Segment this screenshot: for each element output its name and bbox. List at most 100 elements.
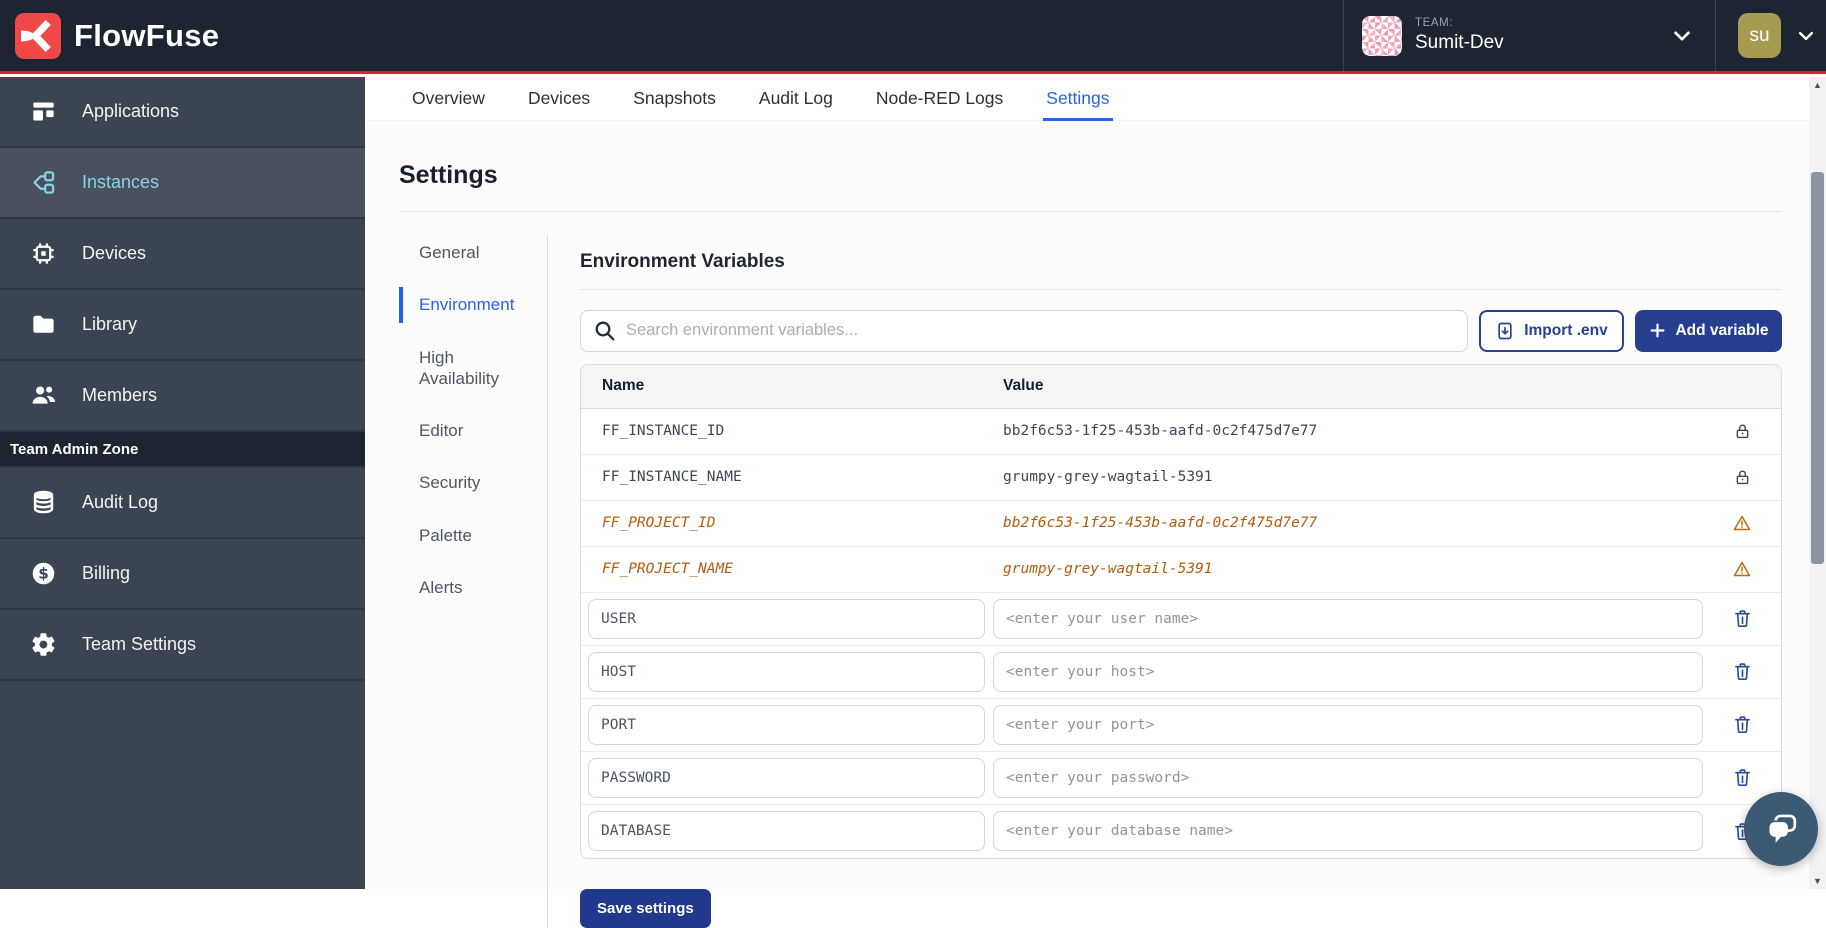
table-row-editable <box>581 593 1781 646</box>
table-row: FF_INSTANCE_ID bb2f6c53-1f25-453b-aafd-0… <box>581 409 1781 455</box>
variable-value-input[interactable] <box>993 811 1703 851</box>
table-row: FF_PROJECT_NAME grumpy-grey-wagtail-5391 <box>581 547 1781 593</box>
sidebar-item-label: Billing <box>82 563 130 584</box>
sidebar-item-instances[interactable]: Instances <box>0 148 365 219</box>
devices-icon <box>29 240 57 267</box>
gear-icon <box>29 631 57 658</box>
sidebar-item-applications[interactable]: Applications <box>0 77 365 148</box>
tab-node-red-logs[interactable]: Node-RED Logs <box>876 77 1003 120</box>
user-avatar: su <box>1738 13 1781 58</box>
subnav-item-palette[interactable]: Palette <box>399 518 511 553</box>
page-title: Settings <box>399 161 1782 190</box>
flowfuse-logo-icon <box>15 13 61 59</box>
delete-variable-button[interactable] <box>1730 659 1755 684</box>
main-area: Overview Devices Snapshots Audit Log Nod… <box>365 77 1809 889</box>
variable-name-input[interactable] <box>588 599 985 639</box>
sidebar-item-billing[interactable]: $ Billing <box>0 539 365 610</box>
save-settings-button[interactable]: Save settings <box>580 889 711 928</box>
instance-tabbar: Overview Devices Snapshots Audit Log Nod… <box>365 77 1809 121</box>
table-row: FF_PROJECT_ID bb2f6c53-1f25-453b-aafd-0c… <box>581 501 1781 547</box>
folder-icon <box>29 311 57 338</box>
column-header-name: Name <box>581 377 993 395</box>
variable-value-input[interactable] <box>993 758 1703 798</box>
subnav-item-environment[interactable]: Environment <box>399 287 511 322</box>
subnav-item-general[interactable]: General <box>399 235 511 270</box>
instances-icon <box>29 169 57 196</box>
top-bar: FlowFuse TEAM: Sumit-Dev su <box>0 0 1826 74</box>
brand-name: FlowFuse <box>74 18 219 54</box>
members-icon <box>29 382 57 409</box>
table-row-editable <box>581 699 1781 752</box>
sidebar: Applications Instances Devices Libr <box>0 77 365 889</box>
import-env-button[interactable]: Import .env <box>1479 310 1624 352</box>
sidebar-item-label: Applications <box>82 101 179 122</box>
sidebar-item-label: Audit Log <box>82 492 158 513</box>
dollar-circle-icon: $ <box>29 560 57 587</box>
user-menu[interactable]: su <box>1715 0 1826 71</box>
subnav-item-editor[interactable]: Editor <box>399 413 511 448</box>
team-avatar <box>1362 16 1402 56</box>
import-file-icon <box>1495 321 1515 341</box>
table-row-editable <box>581 805 1781 858</box>
env-variables-table: Name Value FF_INSTANCE_ID bb2f6c53-1f25-… <box>580 364 1782 859</box>
database-icon <box>29 489 57 516</box>
tab-snapshots[interactable]: Snapshots <box>633 77 716 120</box>
subnav-item-alerts[interactable]: Alerts <box>399 570 511 605</box>
section-title: Environment Variables <box>580 251 1782 273</box>
team-name: Sumit-Dev <box>1415 33 1504 54</box>
sidebar-item-label: Library <box>82 314 137 335</box>
team-admin-zone-label: Team Admin Zone <box>0 432 365 468</box>
tab-audit-log[interactable]: Audit Log <box>759 77 833 120</box>
sidebar-item-label: Members <box>82 385 157 406</box>
plus-icon <box>1648 321 1667 340</box>
delete-variable-button[interactable] <box>1730 712 1755 737</box>
scroll-down-arrow[interactable]: ▼ <box>1809 873 1826 889</box>
variable-name-input[interactable] <box>588 811 985 851</box>
scroll-up-arrow[interactable]: ▲ <box>1809 77 1826 93</box>
chat-widget-button[interactable] <box>1744 792 1818 866</box>
sidebar-item-label: Instances <box>82 172 159 193</box>
sidebar-item-library[interactable]: Library <box>0 290 365 361</box>
variable-name-input[interactable] <box>588 652 985 692</box>
applications-icon <box>29 98 57 125</box>
tab-overview[interactable]: Overview <box>412 77 485 120</box>
svg-text:$: $ <box>38 565 49 583</box>
variable-value-input[interactable] <box>993 599 1703 639</box>
sidebar-item-team-settings[interactable]: Team Settings <box>0 610 365 681</box>
variable-value-input[interactable] <box>993 652 1703 692</box>
sidebar-item-label: Devices <box>82 243 146 264</box>
sidebar-item-members[interactable]: Members <box>0 361 365 432</box>
chevron-down-icon <box>1671 25 1693 47</box>
title-divider <box>399 211 1782 212</box>
vertical-scrollbar[interactable]: ▲ ▼ <box>1809 77 1826 889</box>
team-label: TEAM: <box>1415 17 1504 30</box>
environment-panel: Environment Variables <box>548 235 1782 928</box>
sidebar-item-label: Team Settings <box>82 634 196 655</box>
subnav-item-security[interactable]: Security <box>399 465 511 500</box>
add-variable-button[interactable]: Add variable <box>1635 310 1782 352</box>
search-input[interactable] <box>580 310 1468 352</box>
variable-name-input[interactable] <box>588 758 985 798</box>
variable-name-input[interactable] <box>588 705 985 745</box>
team-selector[interactable]: TEAM: Sumit-Dev <box>1343 0 1715 71</box>
table-row: FF_INSTANCE_NAME grumpy-grey-wagtail-539… <box>581 455 1781 501</box>
brand-logo[interactable]: FlowFuse <box>0 13 219 59</box>
lock-icon <box>1703 422 1781 441</box>
scrollbar-thumb[interactable] <box>1811 172 1824 564</box>
subnav-item-high-availability[interactable]: High Availability <box>399 340 511 397</box>
delete-variable-button[interactable] <box>1730 765 1755 790</box>
table-row-editable <box>581 646 1781 699</box>
search-icon <box>593 319 617 348</box>
sidebar-item-audit-log[interactable]: Audit Log <box>0 468 365 539</box>
sidebar-item-devices[interactable]: Devices <box>0 219 365 290</box>
delete-variable-button[interactable] <box>1730 606 1755 631</box>
warning-icon <box>1703 513 1781 533</box>
variable-value-input[interactable] <box>993 705 1703 745</box>
chevron-down-icon <box>1796 26 1816 46</box>
chat-bubbles-icon <box>1761 809 1801 849</box>
lock-icon <box>1703 468 1781 487</box>
warning-icon <box>1703 559 1781 579</box>
tab-settings[interactable]: Settings <box>1046 77 1109 120</box>
tab-devices[interactable]: Devices <box>528 77 590 120</box>
table-header: Name Value <box>581 365 1781 409</box>
